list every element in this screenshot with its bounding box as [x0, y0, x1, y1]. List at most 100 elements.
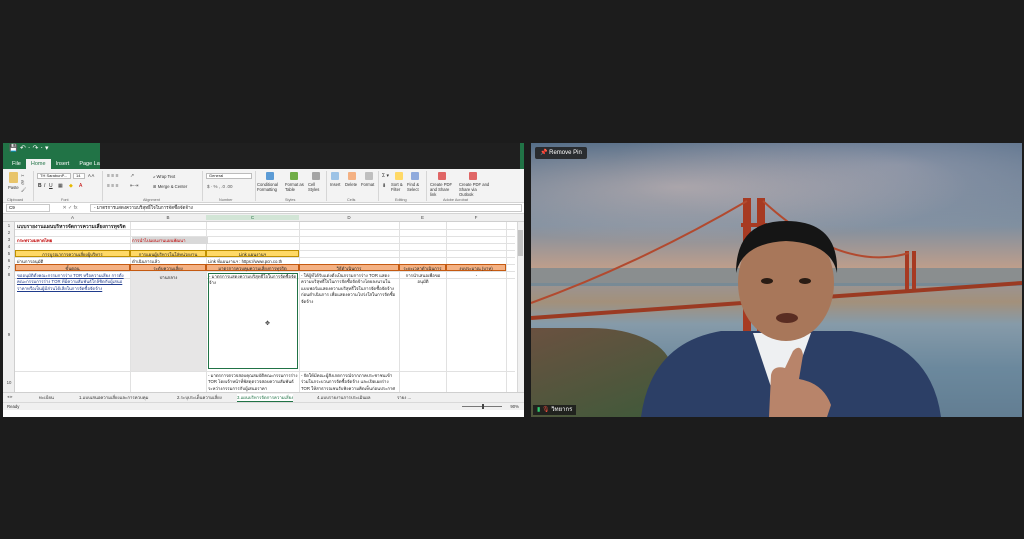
zoom-slider-knob[interactable]: [482, 404, 484, 409]
grid-line: [15, 236, 515, 237]
ribbon-separator: [202, 171, 203, 201]
worksheet-grid[interactable]: 1 2 3 4 5 6 7 8 9 10 แบบรายงานแผนบริหารจ…: [3, 222, 524, 392]
italic-icon[interactable]: I: [44, 183, 45, 189]
cell-e8[interactable]: ระยะเวลาดำเนินการ: [399, 264, 446, 271]
cell-a9[interactable]: ขออนุมัติตั้งคณะกรรมการร่าง TOR หรือความ…: [17, 273, 129, 315]
ribbon-separator: [378, 171, 379, 201]
autosum-icon[interactable]: Σ ▾: [382, 173, 389, 179]
remove-pin-label: Remove Pin: [549, 150, 582, 156]
cell-a3[interactable]: กระทรวงมหาดไทย: [17, 237, 52, 244]
scrollbar-thumb[interactable]: [518, 230, 523, 256]
cell-c5[interactable]: Link แผนงานฯ: [206, 250, 299, 257]
cell-d9[interactable]: - ให้ผู้ที่ได้รับแต่งตั้งเป็นกรรมการร่าง…: [301, 273, 398, 369]
cut-icon[interactable]: ✂: [21, 173, 25, 178]
format-cells-button[interactable]: Format: [361, 182, 374, 187]
wrap-text-label: Wrap Text: [156, 174, 176, 179]
cell-b9[interactable]: ปานกลาง: [131, 272, 206, 371]
sheet-tab[interactable]: 1.แบบเสนอความเสี่ยงและการควบคุม: [79, 394, 148, 401]
fx-icon[interactable]: ✕ ✓ fx: [50, 205, 90, 211]
cell-b3[interactable]: การนำไปแผนงานแผนพัฒนา: [132, 237, 208, 244]
cell-c9[interactable]: - มาตรการแสดงความบริสุทธิ์ใจในการจัดซื้อ…: [208, 273, 298, 369]
column-header-b[interactable]: B: [130, 215, 206, 220]
cell-b5[interactable]: การแผนผู้บริหารในใส่หน่วยงาน: [130, 250, 206, 257]
format-as-table-button[interactable]: Format as Table: [285, 182, 307, 192]
column-header-c[interactable]: C: [206, 215, 299, 220]
find-select-button[interactable]: Find & Select: [407, 182, 425, 192]
grow-font-icon[interactable]: A A: [88, 173, 94, 178]
paste-button[interactable]: Paste: [8, 185, 19, 190]
row-header[interactable]: 1: [3, 223, 15, 228]
sheet-tab[interactable]: 2.ระบุประเด็นความเสี่ยง: [177, 394, 222, 401]
cell-e9[interactable]: การนำเสนอเพื่อขออนุมัติ: [401, 273, 445, 313]
delete-cells-button[interactable]: Delete: [345, 182, 357, 187]
tab-home[interactable]: Home: [25, 159, 51, 169]
sheet-tab[interactable]: รายง ...: [397, 394, 411, 401]
paste-icon[interactable]: [9, 172, 18, 183]
format-painter-icon[interactable]: 🖌: [21, 187, 26, 193]
column-header-a[interactable]: A: [15, 215, 130, 220]
row-header[interactable]: 9: [3, 332, 15, 337]
cell-c10[interactable]: - มาตรการตรวจสอบคุณสมบัติคณะกรรมการร่าง …: [208, 373, 298, 392]
row-header[interactable]: 4: [3, 244, 15, 249]
row-header[interactable]: 8: [3, 272, 15, 277]
merge-center-button[interactable]: ⊞ Merge & Center: [153, 184, 187, 189]
tab-file[interactable]: File: [7, 159, 26, 169]
column-header-e[interactable]: E: [399, 215, 446, 220]
create-pdf-share-button[interactable]: Create PDF and Share link: [430, 182, 456, 197]
quick-access-toolbar[interactable]: 💾 ↶ · ↷ · ▾: [9, 144, 49, 152]
cell-c8[interactable]: มาตรการควบคุมความเสี่ยงการทุจริต: [206, 264, 299, 271]
vertical-scrollbar[interactable]: [517, 222, 524, 392]
fill-icon[interactable]: ⬇: [382, 183, 386, 189]
row-header[interactable]: 6: [3, 258, 15, 263]
sort-filter-button[interactable]: Sort & Filter: [391, 182, 407, 192]
bold-icon[interactable]: B: [38, 183, 42, 189]
copy-icon[interactable]: ⎘: [21, 180, 24, 185]
zoom-level[interactable]: 90%: [510, 404, 519, 409]
sheet-title[interactable]: แบบรายงานแผนบริหารจัดการความเสี่ยงการทุจ…: [17, 223, 126, 231]
borders-icon[interactable]: ▦: [58, 183, 63, 189]
format-as-table-icon: [290, 172, 298, 180]
tab-scroll-icon[interactable]: ◂ ▸: [7, 394, 13, 400]
cell-a5[interactable]: การบูรณาการความเสี่ยงผู้บริหาร: [15, 250, 130, 257]
find-select-icon: [411, 172, 419, 180]
cell-d10[interactable]: - จัดให้มีคณะผู้สังเกตการณ์จากภาคประชาชน…: [301, 373, 398, 392]
shared-screen-excel[interactable]: 💾 ↶ · ↷ · ▾ File Home Insert Page Layo P…: [3, 143, 524, 417]
create-pdf-outlook-button[interactable]: Create PDF and Share via Outlook: [459, 182, 491, 197]
mic-muted-icon: 🎙: [541, 407, 552, 413]
column-header-f[interactable]: F: [446, 215, 506, 220]
row-header[interactable]: 7: [3, 265, 15, 270]
sheet-tab[interactable]: ทะเบียน: [39, 394, 54, 401]
underline-icon[interactable]: U: [49, 183, 53, 189]
fill-color-icon[interactable]: ◆: [69, 183, 73, 189]
font-name-select[interactable]: TH SarabunP...: [37, 173, 71, 179]
wrap-text-button[interactable]: ⤶ Wrap Text: [153, 174, 175, 179]
orientation-icon[interactable]: ↗: [130, 173, 134, 179]
font-size-select[interactable]: 14: [73, 173, 85, 179]
cell-a8[interactable]: ขั้นตอน: [15, 264, 130, 271]
sheet-tab-active[interactable]: 3.แผนบริหารจัดการความเสี่ยง: [237, 394, 294, 402]
row-header[interactable]: 5: [3, 251, 15, 256]
font-color-icon[interactable]: A: [79, 183, 82, 189]
number-format-select[interactable]: General: [206, 173, 252, 179]
sheet-tab[interactable]: 4.แบบรายงานการประเมินผล: [317, 394, 371, 401]
indent-icon[interactable]: ⇤⇥: [130, 183, 138, 189]
cell-b8[interactable]: ระดับความเสี่ยง: [130, 264, 206, 271]
formula-input[interactable]: - มาตรการแสดงความบริสุทธิ์ใจในการจัดซื้อ…: [90, 204, 522, 212]
participant-video[interactable]: 📌 Remove Pin ▮ 🎙 วิทยากร: [531, 143, 1022, 417]
name-box[interactable]: C9: [6, 204, 50, 212]
align-top-icon[interactable]: ≡ ≡ ≡: [107, 173, 119, 179]
row-header[interactable]: 3: [3, 237, 15, 242]
cell-f9[interactable]: -: [448, 273, 505, 278]
row-header[interactable]: 10: [3, 380, 15, 385]
cell-styles-button[interactable]: Cell Styles: [308, 182, 324, 192]
insert-cells-button[interactable]: Insert: [330, 182, 340, 187]
conditional-formatting-button[interactable]: Conditional Formatting: [257, 182, 283, 192]
column-header-d[interactable]: D: [299, 215, 399, 220]
cell-d8[interactable]: วิธีดำเนินการ: [299, 264, 399, 271]
row-header[interactable]: 2: [3, 230, 15, 235]
remove-pin-button[interactable]: 📌 Remove Pin: [535, 147, 587, 159]
cell-f8[interactable]: งบประมาณ (บาท): [446, 264, 506, 271]
tab-insert[interactable]: Insert: [51, 159, 75, 169]
currency-icon[interactable]: $ · % , .0 .00: [207, 184, 233, 189]
align-left-icon[interactable]: ≡ ≡ ≡: [107, 183, 119, 189]
